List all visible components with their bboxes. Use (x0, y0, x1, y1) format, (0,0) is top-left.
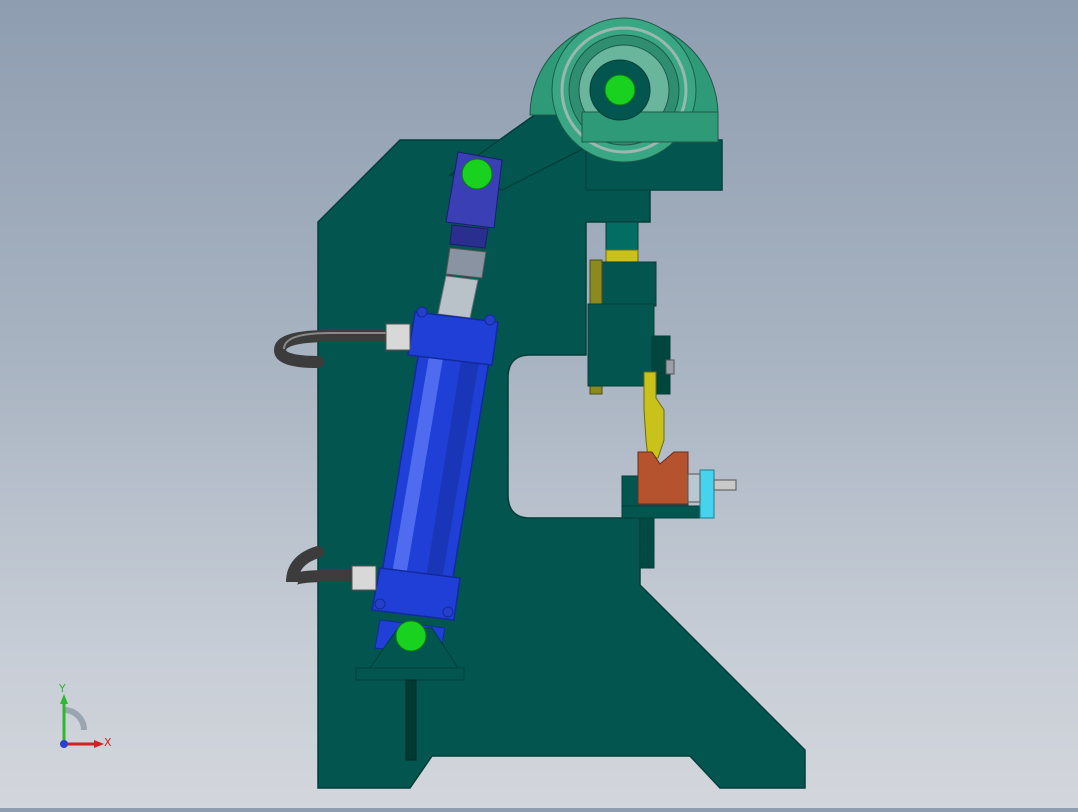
fitting-lower (351, 565, 377, 591)
die-support (639, 517, 655, 569)
cad-viewport[interactable] (0, 0, 1078, 808)
z-axis-dot (60, 740, 68, 748)
adjust-screw[interactable] (713, 479, 737, 491)
press-frame[interactable] (317, 139, 806, 789)
triad-arc (63, 707, 87, 731)
pivot-pin-base (395, 620, 427, 652)
side-clamp[interactable] (699, 469, 715, 519)
fitting-upper (385, 323, 411, 351)
press-model[interactable] (0, 0, 1078, 808)
pivot-pin-clevis (461, 158, 493, 190)
axis-triad: Y X (40, 680, 140, 760)
workpiece[interactable] (637, 451, 689, 505)
y-axis-label: Y (58, 682, 66, 695)
x-axis-label: X (104, 736, 112, 749)
y-axis-arrow (60, 694, 68, 704)
die-assembly[interactable] (621, 451, 737, 519)
ram-assembly[interactable] (587, 221, 675, 459)
x-axis-arrow (94, 740, 104, 748)
pivot-pin-top (604, 74, 636, 106)
